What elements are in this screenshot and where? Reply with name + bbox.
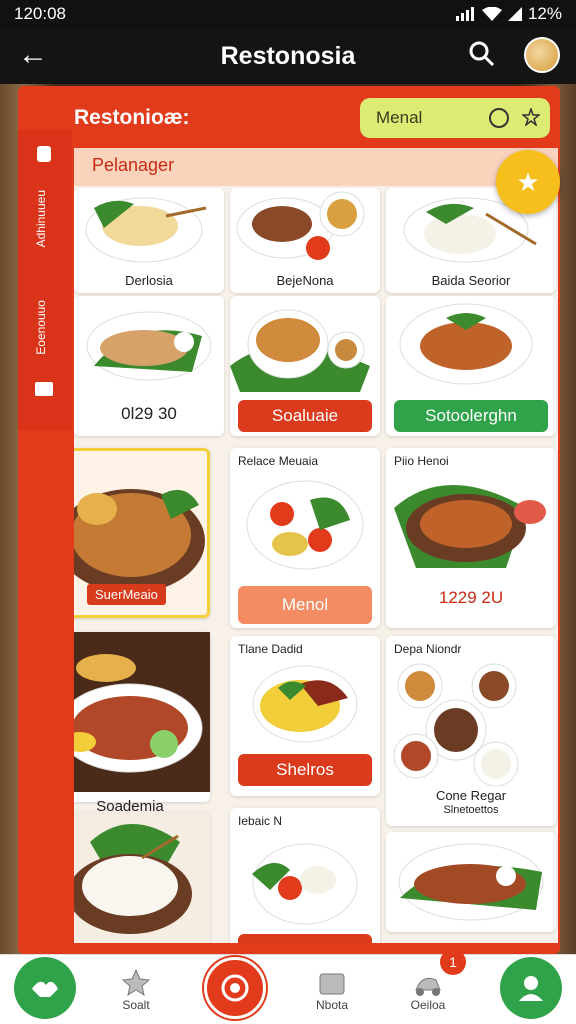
profile-button[interactable] — [500, 957, 562, 1019]
partial-button[interactable] — [238, 934, 372, 943]
soup-dish-image — [230, 309, 370, 392]
menu-card[interactable]: BejeNona — [230, 188, 380, 293]
dish-price: 0l29 30 — [121, 404, 177, 423]
shelros-button[interactable]: Shelros — [238, 754, 372, 786]
search-value: Menal — [376, 108, 423, 127]
menu-card[interactable]: Relace Meuaia Menol — [230, 448, 380, 628]
card-title: Depa Niondr — [394, 642, 462, 656]
nav-item-search[interactable]: Soalt — [108, 955, 164, 1024]
roast-chicken-image — [74, 489, 205, 593]
nav-label: Nbota — [315, 998, 349, 1012]
cup-icon[interactable] — [34, 142, 56, 166]
star-icon — [121, 968, 151, 997]
pasta-dish-image — [85, 197, 207, 263]
menu-card[interactable]: Sotoolerghn — [386, 296, 556, 436]
menu-card[interactable]: Tlane Dadid Shelros — [230, 636, 380, 796]
scooter-icon — [415, 977, 441, 996]
card-title: Tlane Dadid — [238, 642, 303, 656]
signal-icon — [455, 7, 474, 21]
rice-bowl-image — [74, 824, 192, 934]
cell-icon — [507, 7, 522, 21]
dish-caption: Cone Regar — [435, 788, 507, 803]
vegetable-bowl-image — [252, 843, 358, 925]
grilled-meat-dish-image — [236, 191, 365, 260]
card-title: Piio Henoi — [394, 454, 449, 468]
menu-card[interactable] — [386, 832, 556, 932]
order-button[interactable]: Sotoolerghn — [394, 400, 548, 432]
dish-subcaption: Slnetoettos — [443, 804, 499, 816]
search-icon[interactable] — [468, 40, 496, 68]
card-title: Iebaic N — [238, 814, 283, 828]
stew-dish-image — [399, 303, 533, 385]
target-icon — [221, 974, 249, 1002]
side-label-2[interactable]: Eoenouuo — [34, 300, 48, 355]
noodle-bowl-image — [394, 485, 546, 568]
back-arrow-icon[interactable]: ← — [18, 38, 48, 72]
salad-dish-image — [246, 480, 364, 570]
menu-card[interactable] — [74, 812, 210, 943]
dish-caption: Baida Seorior — [431, 273, 511, 288]
avatar[interactable] — [524, 37, 560, 73]
card-title: Relace Meuaia — [238, 454, 319, 468]
combo-dishes-image — [393, 663, 519, 786]
menu-card-featured[interactable]: SuerMeaio — [74, 448, 210, 618]
nav-label: Oeiloa — [410, 998, 446, 1012]
status-time: 120:08 — [14, 4, 66, 23]
camera-icon — [319, 973, 345, 995]
nav-label: Soalt — [122, 998, 150, 1012]
fish-dish-image — [86, 311, 212, 381]
handshake-icon — [32, 981, 58, 997]
user-icon — [519, 976, 543, 1001]
menu-card[interactable]: Soademia — [74, 632, 210, 815]
noodle-plate-image — [252, 665, 358, 743]
featured-label: SuerMeaio — [87, 584, 166, 605]
menu-card[interactable]: Derlosia — [74, 188, 224, 293]
status-bar: 120:08 12% — [0, 0, 576, 28]
dish-caption: BejeNona — [276, 273, 334, 288]
menu-content: Pelanager Derlosia BejeNona Baida Seorio… — [74, 148, 558, 943]
menu-search-input[interactable]: Menal — [360, 98, 550, 138]
app-title: Restonosia — [220, 41, 356, 70]
home-button[interactable] — [14, 957, 76, 1019]
menu-card[interactable]: Piio Henoi 1229 2U — [386, 448, 556, 628]
status-icons: 12% — [455, 4, 562, 24]
bottom-nav: Soalt Nbota Oeiloa 1 — [0, 949, 576, 1024]
wifi-icon — [481, 7, 502, 21]
app-bar: ← Restonosia — [0, 28, 576, 84]
center-action-button[interactable] — [204, 957, 266, 1019]
menu-card[interactable]: Depa Niondr Cone Regar Slnetoettos — [386, 636, 556, 826]
dish-caption: Derlosia — [125, 273, 173, 288]
bag-icon[interactable] — [32, 374, 56, 398]
battery-text: 12% — [527, 4, 562, 23]
nav-item-notes[interactable]: Nbota — [304, 955, 360, 1024]
dish-price: 1229 2U — [438, 588, 504, 607]
star-icon[interactable] — [522, 108, 540, 126]
menu-card[interactable]: Iebaic N — [230, 808, 380, 943]
menu-button[interactable]: Menol — [238, 586, 372, 624]
mixed-platter-image — [74, 632, 210, 792]
panel-title: Restonioæ: — [74, 106, 190, 129]
menu-panel: Restonioæ: Menal Adhinuueu Eoenouuo Pela… — [18, 86, 560, 954]
section-title: Pelanager — [74, 148, 558, 186]
chat-icon[interactable] — [488, 107, 510, 129]
menu-card[interactable]: Soaluaie — [230, 296, 380, 436]
notification-badge: 1 — [440, 949, 466, 975]
side-label-1[interactable]: Adhinuueu — [34, 190, 48, 247]
soup-button[interactable]: Soaluaie — [238, 400, 372, 432]
grilled-fish-image — [398, 843, 544, 921]
add-favorite-button[interactable]: ★ — [496, 150, 560, 214]
menu-card[interactable]: 0l29 30 — [74, 296, 224, 436]
side-rail: Adhinuueu Eoenouuo — [18, 130, 72, 430]
